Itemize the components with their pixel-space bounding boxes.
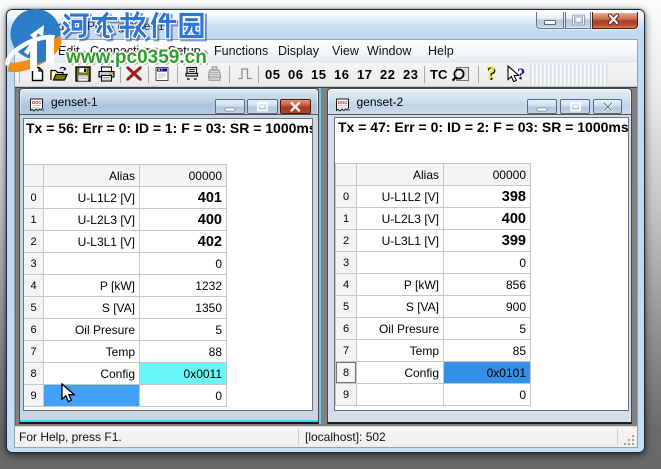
svg-text:DOC: DOC [32, 100, 41, 105]
svg-text:?: ? [486, 64, 496, 84]
svg-text:?: ? [517, 65, 525, 84]
svg-text:DOC: DOC [338, 100, 347, 105]
